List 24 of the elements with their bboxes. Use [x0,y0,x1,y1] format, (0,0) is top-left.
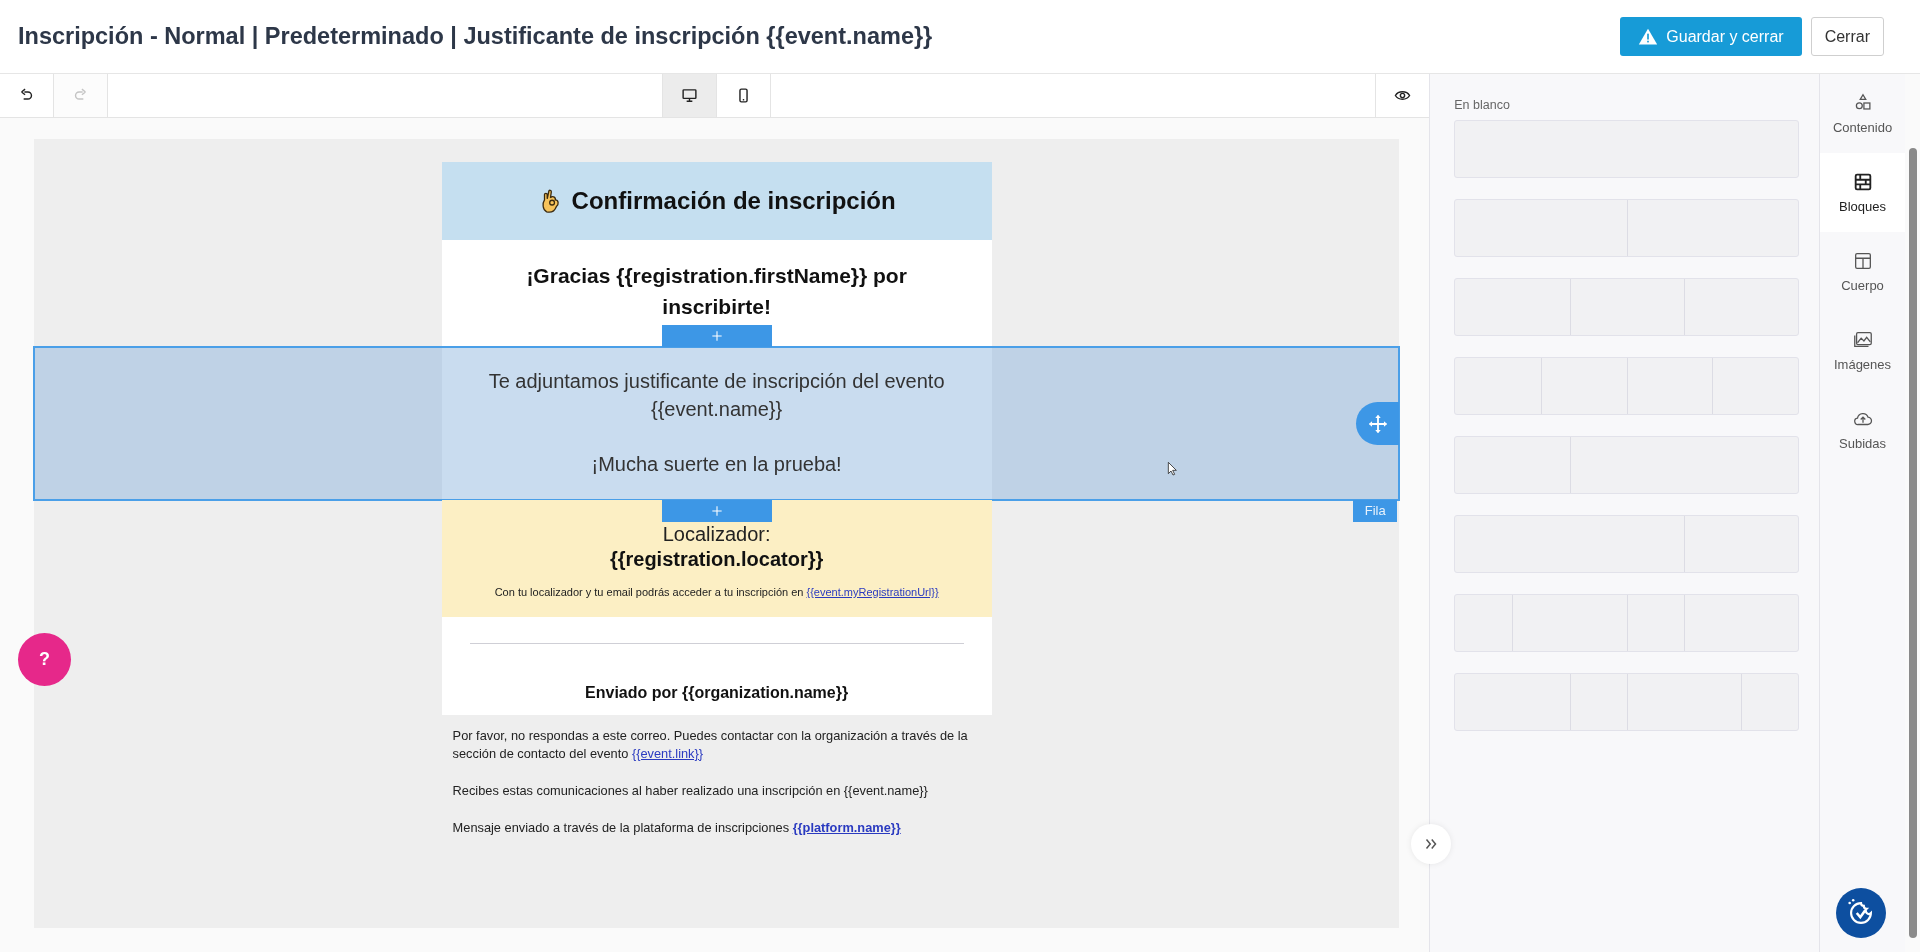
locator-value: {{registration.locator}} [608,547,825,572]
sidebar-tab[interactable]: Subidas [1820,390,1905,469]
locator-label: Localizador: [661,522,772,546]
email-heading: Confirmación de inscripción [571,187,896,215]
selected-row[interactable]: Te adjuntamos justificante de inscripción del evento {{event.name}} ¡Mucha suerte en la prueba! [34,347,1400,500]
link[interactable]: {{event.myRegistrationUrl}} [806,586,939,598]
close-button[interactable]: Cerrar [1810,17,1884,56]
message-text: ¡Mucha suerte en la prueba! [590,452,843,477]
message-text: Te adjuntamos justificante de inscripción del evento {{event.name}} [487,369,946,422]
sidebar-tab[interactable]: Bloques [1820,153,1905,232]
section-title: En blanco [1454,98,1511,112]
page-title: Inscripción - Normal | Predeterminado | Justificante de inscripción {{event.name}} [18,23,933,50]
locator-note: Con tu localizador y tu email podrás acceder a tu inscripción en {{event.myRegistrationUrl}} [493,586,940,598]
footer-text: Recibes estas comunicaciones al haber realizado una inscripción en {{event.name}} [452,782,929,800]
link[interactable]: {{platform.name}} [792,820,901,835]
footer-text: Mensaje enviado a través de la plataforma de inscripciones {{platform.name}} [452,819,902,837]
sidebar-tab[interactable]: Cuerpo [1820,232,1905,311]
sender-text: Enviado por {{organization.name}} [584,684,850,702]
link[interactable]: {{event.link}} [631,746,704,761]
footer-text: Por favor, no respondas a este correo. Puedes contactar con la organización a través de la sección de contacto del evento {{event.link}} [452,727,969,763]
sidebar-tab[interactable]: Imágenes [1820,311,1905,390]
sidebar-tab[interactable]: Contenido [1820,74,1905,153]
greeting-heading: ¡Gracias {{registration.firstName}} por inscribirte! [525,263,908,320]
row-label: Fila [1353,500,1398,522]
